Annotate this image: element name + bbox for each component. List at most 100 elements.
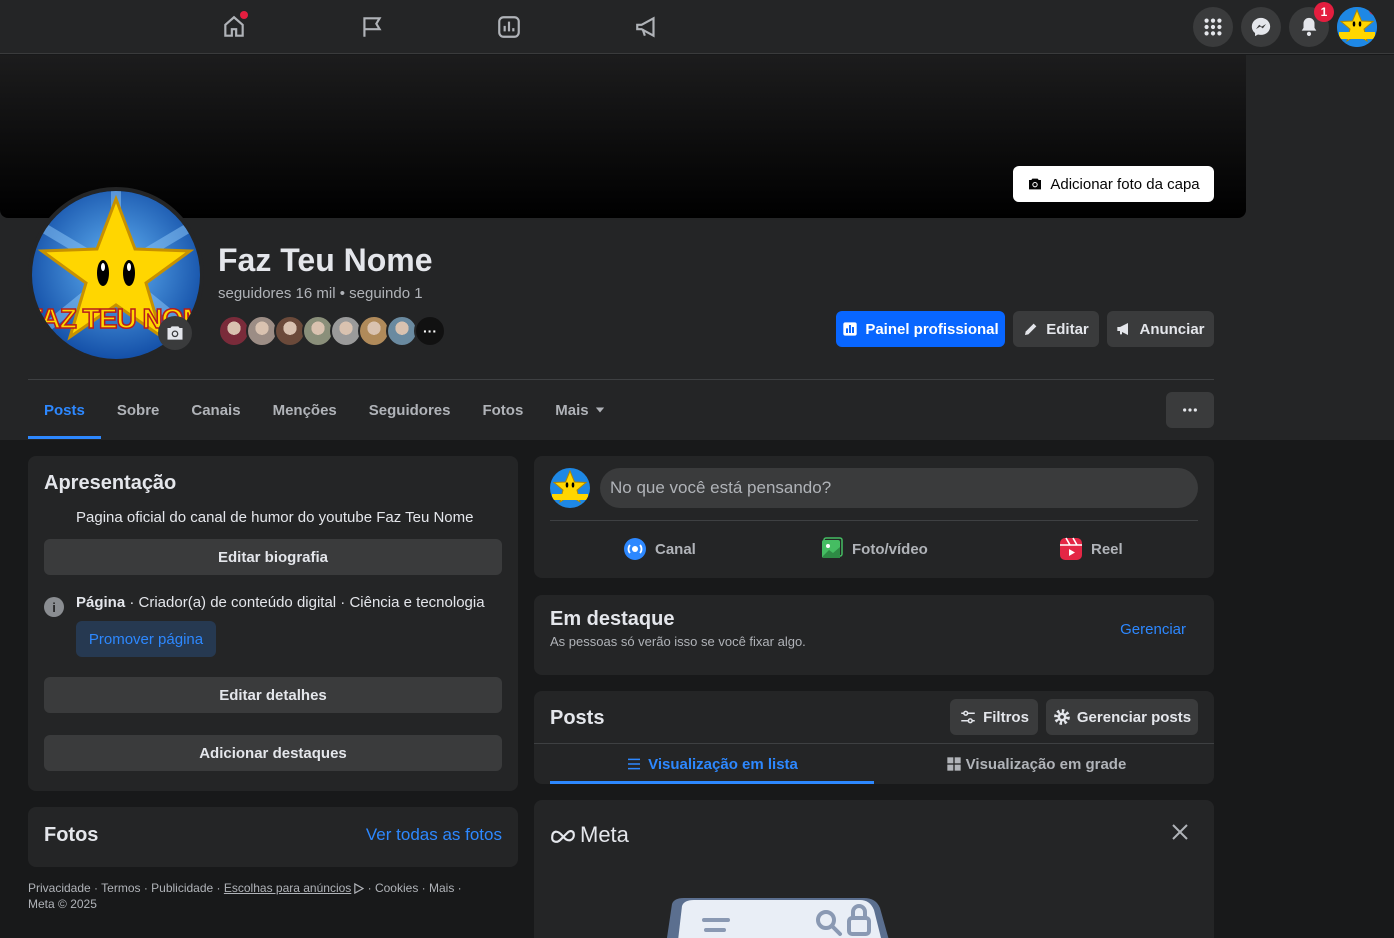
messenger-button[interactable] — [1241, 7, 1281, 47]
star-avatar-icon — [550, 468, 590, 508]
home-icon[interactable] — [217, 10, 251, 44]
ellipsis-icon — [1183, 408, 1197, 412]
copyright-text: Meta © 2025 — [28, 897, 97, 911]
camera-icon — [167, 326, 183, 340]
photo-icon — [822, 537, 843, 558]
manage-posts-label: Gerenciar posts — [1076, 708, 1192, 726]
account-avatar[interactable] — [1337, 7, 1377, 47]
megaphone-icon[interactable] — [630, 10, 664, 44]
tab-label: Sobre — [116, 401, 160, 419]
footer-links: Privacidade · Termos · Publicidade · Esc… — [28, 880, 508, 912]
more-followers-icon[interactable]: ··· — [414, 315, 446, 347]
filters-button[interactable]: Filtros — [950, 699, 1038, 735]
reel-action-button[interactable]: Reel — [1059, 532, 1123, 566]
meta-brand-text: Meta — [580, 822, 629, 847]
update-profile-picture-button[interactable] — [158, 316, 192, 350]
tab-label: Posts — [44, 401, 85, 419]
tab-about[interactable]: Sobre — [101, 381, 176, 439]
featured-subtitle: As pessoas só verão isso se você fixar a… — [550, 634, 806, 649]
tab-followers[interactable]: Seguidores — [353, 381, 467, 439]
grid-view-icon — [947, 757, 961, 771]
featured-title: Em destaque — [550, 608, 675, 630]
filters-label: Filtros — [983, 708, 1029, 726]
posts-title: Posts — [550, 707, 605, 729]
account-notification-dot — [1369, 7, 1377, 15]
photo-video-action-button[interactable]: Foto/vídeo — [820, 532, 928, 566]
tab-label: Mais — [555, 401, 589, 419]
top-navigation-bar: 1 — [0, 0, 1394, 54]
page-title: Faz Teu Nome — [218, 242, 433, 278]
tab-channels[interactable]: Canais — [175, 381, 256, 439]
add-featured-button[interactable]: Adicionar destaques — [44, 735, 502, 771]
meta-logo: Meta — [550, 822, 629, 848]
close-icon[interactable] — [1170, 822, 1190, 847]
channel-icon — [624, 538, 646, 560]
professional-dashboard-label: Painel profissional — [865, 320, 999, 338]
page-category-text: · Criador(a) de conteúdo digital · Ciênc… — [125, 594, 485, 611]
edit-bio-button[interactable]: Editar biografia — [44, 539, 502, 575]
channel-action-button[interactable]: Canal — [623, 532, 696, 566]
gear-icon — [1054, 709, 1070, 725]
tab-label: Canais — [191, 401, 241, 419]
menu-grid-button[interactable] — [1193, 7, 1233, 47]
posts-card: Posts Filtros Gerenciar posts Visualizaç… — [534, 691, 1214, 784]
footer-links-text-end[interactable]: · Cookies · Mais · — [364, 881, 462, 895]
ad-choices-link[interactable]: Escolhas para anúncios — [224, 881, 351, 895]
edit-label: Editar — [1046, 320, 1089, 338]
tab-posts[interactable]: Posts — [28, 381, 101, 439]
list-view-label: Visualização em lista — [648, 755, 798, 773]
tab-label: Fotos — [482, 401, 524, 419]
info-icon: i — [44, 597, 64, 617]
ad-choices-icon — [354, 882, 365, 895]
see-all-photos-link[interactable]: Ver todas as fotos — [366, 825, 502, 845]
megaphone-icon — [1117, 323, 1129, 335]
caret-down-icon — [595, 407, 604, 413]
filters-icon — [961, 710, 975, 724]
advertise-label: Anunciar — [1139, 320, 1205, 338]
list-view-tab[interactable]: Visualização em lista — [550, 744, 874, 784]
flag-icon[interactable] — [355, 10, 389, 44]
tab-more[interactable]: Mais — [539, 381, 620, 439]
tab-label: Menções — [272, 401, 337, 419]
header-divider — [28, 379, 1214, 380]
edit-button[interactable]: Editar — [1013, 311, 1099, 347]
pencil-icon — [1025, 323, 1037, 335]
active-view-indicator — [550, 781, 874, 784]
reel-icon — [1060, 537, 1082, 560]
header-right-gap — [1246, 55, 1394, 440]
composer-divider — [550, 520, 1198, 521]
promo-illustration — [666, 898, 889, 938]
more-options-button[interactable] — [1166, 392, 1214, 428]
camera-icon — [1029, 178, 1042, 190]
edit-details-button[interactable]: Editar detalhes — [44, 677, 502, 713]
tab-photos[interactable]: Fotos — [466, 381, 539, 439]
composer-avatar[interactable] — [550, 468, 590, 508]
manage-posts-button[interactable]: Gerenciar posts — [1046, 699, 1198, 735]
photos-card: Fotos Ver todas as fotos — [28, 807, 518, 867]
page-category: Página · Criador(a) de conteúdo digital … — [76, 594, 485, 611]
whats-on-your-mind-input[interactable]: No que você está pensando? — [600, 468, 1198, 508]
notifications-button[interactable]: 1 — [1289, 2, 1334, 47]
follow-stats[interactable]: seguidores 16 mil • seguindo 1 — [218, 285, 423, 302]
footer-links-text[interactable]: Privacidade · Termos · Publicidade · — [28, 881, 224, 895]
profile-tabs: Posts Sobre Canais Menções Seguidores Fo… — [28, 381, 621, 439]
add-cover-photo-button[interactable]: Adicionar foto da capa — [1013, 166, 1214, 202]
bio-text: Pagina oficial do canal de humor do yout… — [76, 509, 474, 526]
insights-icon[interactable] — [492, 10, 526, 44]
notification-badge: 1 — [1314, 2, 1334, 22]
list-icon — [628, 758, 641, 770]
grid-view-tab[interactable]: Visualização em grade — [874, 744, 1198, 784]
photos-title: Fotos — [44, 824, 99, 846]
manage-featured-link[interactable]: Gerenciar — [1120, 621, 1186, 638]
photo-video-label: Foto/vídeo — [852, 540, 928, 558]
followers-avatars[interactable]: ··· — [218, 315, 458, 347]
professional-dashboard-button[interactable]: Painel profissional — [836, 311, 1005, 347]
featured-card: Em destaque As pessoas só verão isso se … — [534, 595, 1214, 675]
advertise-button[interactable]: Anunciar — [1107, 311, 1214, 347]
reel-label: Reel — [1091, 540, 1123, 558]
page-type-label: Página — [76, 594, 126, 611]
promote-page-button[interactable]: Promover página — [76, 621, 216, 657]
tab-mentions[interactable]: Menções — [257, 381, 353, 439]
channel-label: Canal — [655, 540, 696, 558]
intro-title: Apresentação — [44, 472, 177, 494]
